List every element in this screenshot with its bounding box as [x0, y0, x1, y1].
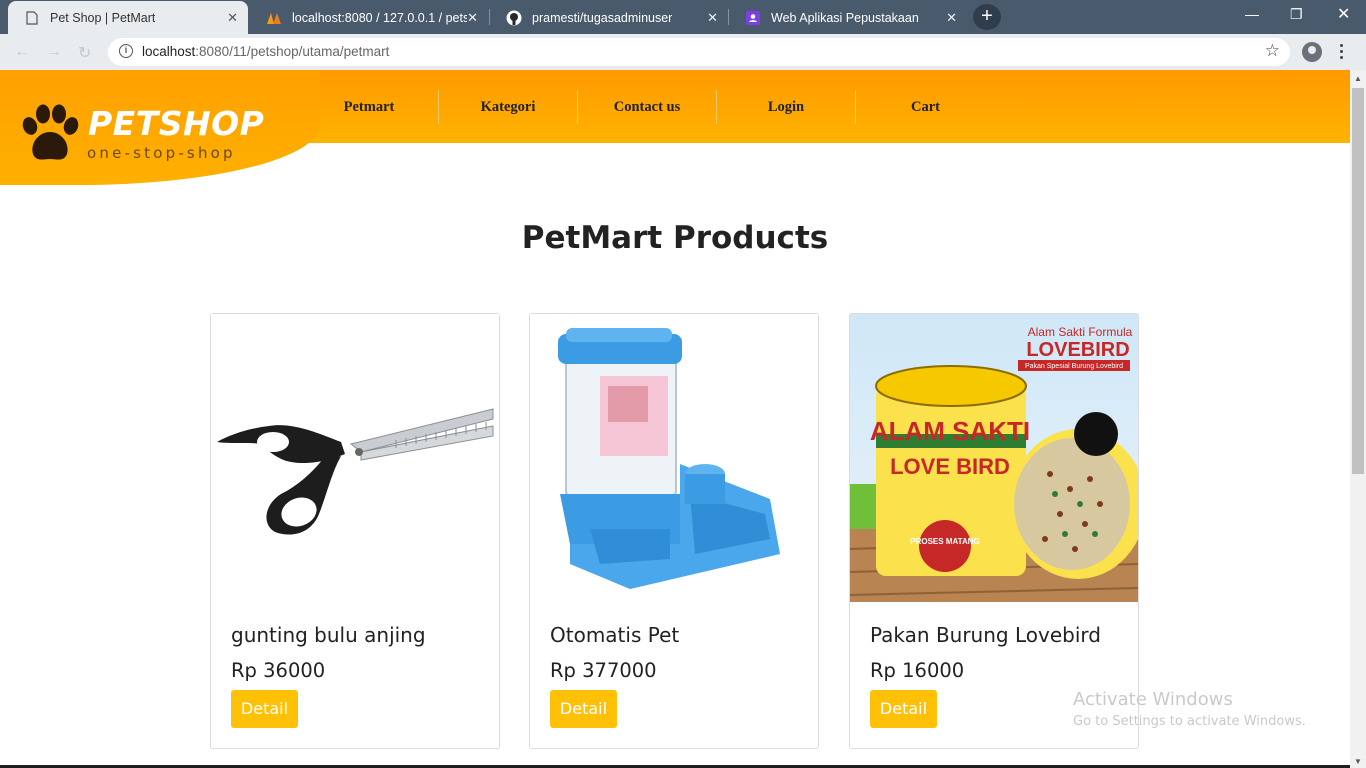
tab-title: pramesti/tugasadminuser — [532, 10, 673, 25]
nav-login[interactable]: Login — [717, 90, 856, 124]
site-info-icon[interactable]: i — [119, 44, 133, 58]
bookmark-star-icon[interactable]: ☆ — [1265, 41, 1280, 61]
back-icon[interactable]: ← — [14, 43, 30, 61]
reload-icon[interactable]: ↻ — [78, 43, 91, 63]
profile-avatar-icon[interactable] — [1302, 42, 1322, 62]
tab-title: Web Aplikasi Pepustakaan — [771, 10, 919, 25]
browser-toolbar: ← → ↻ i localhost:8080/11/petshop/utama/… — [0, 34, 1366, 70]
tab-github[interactable]: pramesti/tugasadminuser ✕ — [490, 1, 728, 34]
product-card: Otomatis Pet Rp 377000 Detail — [529, 313, 819, 749]
nav-cart[interactable]: Cart — [856, 90, 995, 124]
product-card: Alam Sakti Formula LOVEBIRD Pakan Spesia… — [849, 313, 1139, 749]
phpmyadmin-icon — [266, 10, 282, 26]
tab-petmart[interactable]: Pet Shop | PetMart ✕ — [8, 1, 248, 34]
restore-icon[interactable]: ❐ — [1290, 6, 1303, 23]
app-icon — [745, 10, 761, 26]
new-tab-button[interactable]: + — [973, 4, 1001, 30]
browser-tab-bar: Pet Shop | PetMart ✕ localhost:8080 / 12… — [0, 0, 1366, 34]
address-bar[interactable]: i localhost:8080/11/petshop/utama/petmar… — [108, 38, 1290, 66]
nav-petmart[interactable]: Petmart — [300, 90, 439, 124]
web-page: PETSHOP one-stop-shop Petmart Kategori C… — [0, 70, 1350, 768]
lovebird-top-text: Alam Sakti Formula — [1028, 325, 1133, 339]
close-tab-icon[interactable]: ✕ — [467, 10, 478, 26]
product-name[interactable]: Otomatis Pet — [550, 623, 679, 647]
watermark-subtitle: Go to Settings to activate Windows. — [1073, 714, 1306, 729]
minimize-icon[interactable]: — — [1245, 6, 1259, 22]
brand-logo[interactable]: PETSHOP — [88, 104, 264, 143]
can-tag-text: PROSES MATANG — [910, 537, 979, 546]
watermark-title: Activate Windows — [1073, 689, 1233, 710]
brand-tagline: one-stop-shop — [87, 144, 236, 162]
product-price: Rp 36000 — [231, 659, 326, 682]
page-icon — [24, 10, 40, 26]
product-image-pet-feeder[interactable] — [530, 314, 818, 602]
tab-title: Pet Shop | PetMart — [50, 10, 156, 25]
browser-menu-icon[interactable] — [1340, 44, 1344, 62]
product-name[interactable]: gunting bulu anjing — [231, 623, 426, 647]
scroll-down-icon[interactable]: ▼ — [1354, 757, 1362, 766]
detail-button[interactable]: Detail — [550, 690, 617, 728]
detail-button[interactable]: Detail — [231, 690, 298, 728]
product-price: Rp 377000 — [550, 659, 657, 682]
github-icon — [506, 10, 522, 26]
product-name[interactable]: Pakan Burung Lovebird — [870, 623, 1101, 647]
forward-icon[interactable]: → — [46, 43, 62, 61]
windows-activation-watermark: Activate Windows Go to Settings to activ… — [1073, 689, 1306, 729]
address-url: localhost:8080/11/petshop/utama/petmart — [142, 44, 390, 59]
main-nav: Petmart Kategori Contact us Login Cart — [300, 90, 995, 124]
tab-title: localhost:8080 / 127.0.0.1 / petsh — [292, 10, 467, 25]
close-tab-icon[interactable]: ✕ — [707, 10, 718, 26]
scroll-up-icon[interactable]: ▲ — [1354, 74, 1362, 83]
product-image-lovebird-food[interactable]: Alam Sakti Formula LOVEBIRD Pakan Spesia… — [850, 314, 1138, 602]
nav-contact-us[interactable]: Contact us — [578, 90, 717, 124]
lovebird-brand-text: LOVEBIRD — [1026, 339, 1129, 361]
page-scrollbar[interactable]: ▲ ▼ — [1350, 70, 1366, 768]
can-line1-text: ALAM SAKTI — [870, 416, 1030, 446]
product-image-scissors[interactable] — [211, 314, 499, 602]
close-window-icon[interactable]: ✕ — [1337, 4, 1350, 24]
scrollbar-thumb[interactable] — [1352, 88, 1364, 474]
can-line2-text: LOVE BIRD — [890, 454, 1010, 479]
close-tab-icon[interactable]: ✕ — [946, 10, 957, 26]
close-tab-icon[interactable]: ✕ — [227, 10, 238, 26]
lovebird-sub-text: Pakan Spesial Burung Lovebird — [1025, 363, 1123, 370]
tab-perpustakaan[interactable]: Web Aplikasi Pepustakaan ✕ — [729, 1, 967, 34]
product-card: gunting bulu anjing Rp 36000 Detail — [210, 313, 500, 749]
nav-kategori[interactable]: Kategori — [439, 90, 578, 124]
tab-phpmyadmin[interactable]: localhost:8080 / 127.0.0.1 / petsh ✕ — [250, 1, 488, 34]
product-price: Rp 16000 — [870, 659, 965, 682]
detail-button[interactable]: Detail — [870, 690, 937, 728]
paw-logo-icon[interactable] — [18, 104, 82, 171]
page-title: PetMart Products — [521, 220, 829, 256]
